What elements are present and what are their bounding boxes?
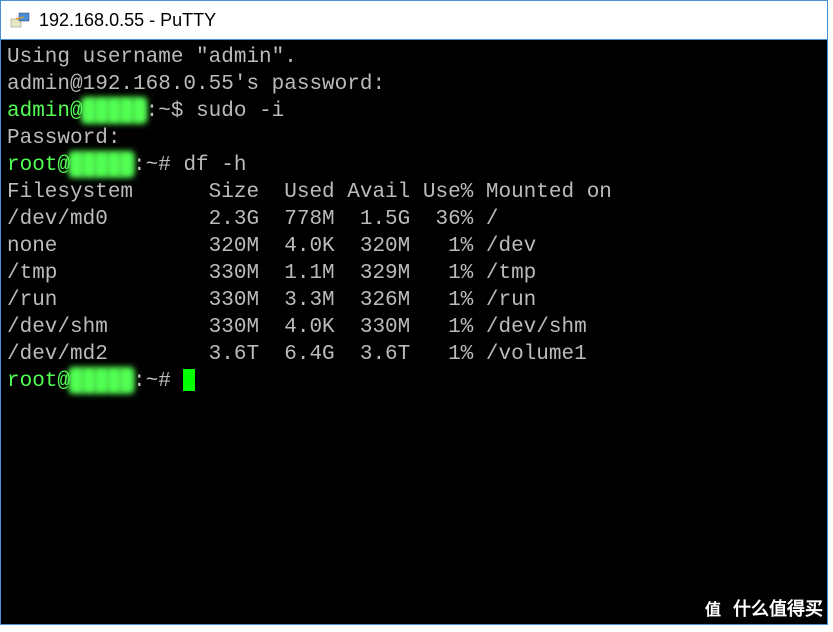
terminal[interactable]: Using username "admin".admin@192.168.0.5… — [1, 40, 827, 624]
prompt-host-masked: █████ — [70, 154, 133, 177]
prompt-line: root@█████:~# df -h — [7, 152, 821, 179]
prompt-path: :~# — [133, 370, 183, 393]
prompt-host-masked: █████ — [83, 100, 146, 123]
df-row: /dev/md2 3.6T 6.4G 3.6T 1% /volume1 — [7, 341, 821, 368]
cursor — [183, 369, 195, 391]
prompt-line: admin@█████:~$ sudo -i — [7, 98, 821, 125]
putty-icon — [9, 9, 31, 31]
watermark-text: 什么值得买 — [733, 595, 823, 621]
df-row: /run 330M 3.3M 326M 1% /run — [7, 287, 821, 314]
prompt-path: :~# — [133, 154, 183, 177]
df-header: Filesystem Size Used Avail Use% Mounted … — [7, 179, 821, 206]
df-row: none 320M 4.0K 320M 1% /dev — [7, 233, 821, 260]
watermark: 值 什么值得买 — [699, 594, 823, 622]
terminal-line: admin@192.168.0.55's password: — [7, 71, 821, 98]
watermark-badge-icon: 值 — [699, 594, 727, 622]
terminal-line: Password: — [7, 125, 821, 152]
prompt-user: root@ — [7, 154, 70, 177]
prompt-path: :~$ — [146, 100, 196, 123]
prompt-line: root@█████:~# — [7, 368, 821, 395]
terminal-line: Using username "admin". — [7, 44, 821, 71]
command: sudo -i — [196, 100, 284, 123]
df-row: /dev/shm 330M 4.0K 330M 1% /dev/shm — [7, 314, 821, 341]
df-row: /tmp 330M 1.1M 329M 1% /tmp — [7, 260, 821, 287]
prompt-host-masked: █████ — [70, 370, 133, 393]
prompt-user: admin@ — [7, 100, 83, 123]
window-title: 192.168.0.55 - PuTTY — [39, 10, 216, 31]
command: df -h — [183, 154, 246, 177]
df-row: /dev/md0 2.3G 778M 1.5G 36% / — [7, 206, 821, 233]
titlebar[interactable]: 192.168.0.55 - PuTTY — [1, 1, 827, 40]
prompt-user: root@ — [7, 370, 70, 393]
putty-window: 192.168.0.55 - PuTTY Using username "adm… — [0, 0, 828, 625]
